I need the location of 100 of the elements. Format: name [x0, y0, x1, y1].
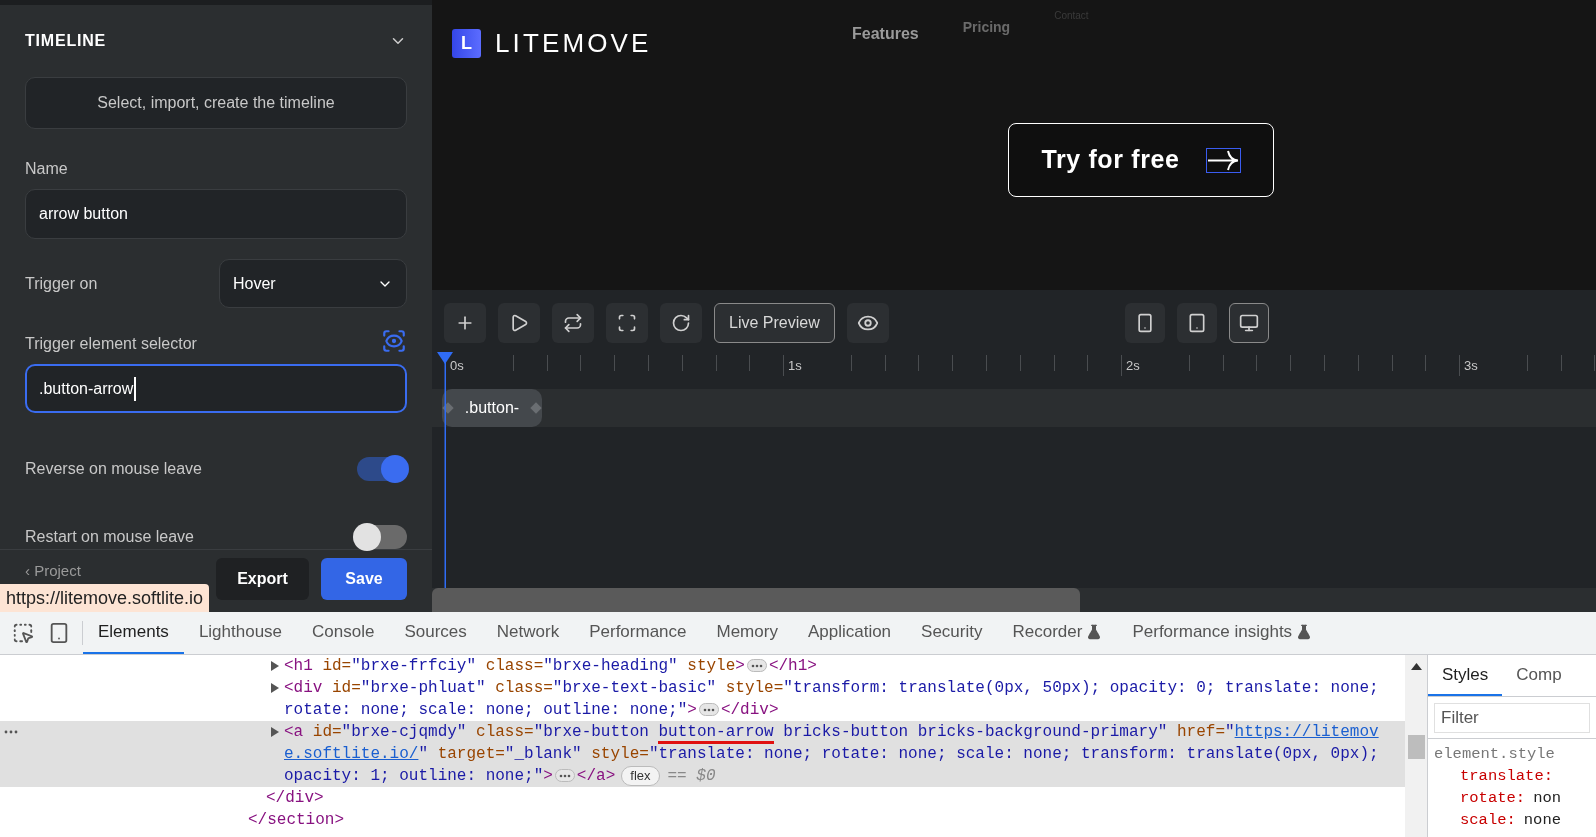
- export-button[interactable]: Export: [216, 558, 309, 600]
- attribute-value: ": [1225, 723, 1235, 741]
- expand-triangle-icon[interactable]: [271, 727, 279, 737]
- live-preview-button[interactable]: Live Preview: [714, 303, 835, 343]
- devtools-tab[interactable]: Console: [297, 612, 390, 654]
- attribute-name: style: [686, 657, 736, 675]
- tag-name: </h1>: [768, 657, 817, 675]
- tag-name[interactable]: </section>: [248, 811, 344, 829]
- tag-name: <div: [284, 679, 323, 697]
- time-label: 3s: [1459, 356, 1478, 376]
- devtools-tab[interactable]: Sources: [389, 612, 482, 654]
- arrow-icon: [1205, 147, 1241, 173]
- attribute-value: "brxe-text-basic": [552, 679, 717, 697]
- style-rule-selector: element.style: [1434, 744, 1556, 765]
- link[interactable]: e.softlite.io/: [284, 745, 419, 763]
- link[interactable]: https://litemov: [1234, 723, 1379, 741]
- expand-triangle-icon[interactable]: [271, 661, 279, 671]
- device-button[interactable]: [1124, 303, 1165, 343]
- attribute-value: "translate: none; rotate: none; scale: none; transform: translate(0px, 0px);: [648, 745, 1379, 763]
- logo-icon: L: [452, 29, 481, 58]
- attribute-value: "transform: translate(0px, 50px); opacity: 0; translate: none;: [783, 679, 1379, 697]
- device-button[interactable]: [1228, 303, 1269, 343]
- tag-name: >: [543, 767, 553, 785]
- ellipsis-badge[interactable]: [698, 703, 719, 717]
- attribute-value: ": [418, 745, 429, 763]
- ellipsis-badge[interactable]: [746, 659, 767, 673]
- attribute-value: "brxe-frfciy": [351, 657, 477, 675]
- preview-button[interactable]: [846, 303, 889, 343]
- devtools-tab[interactable]: Recorder: [997, 612, 1118, 654]
- nav-link[interactable]: Features: [852, 22, 919, 46]
- styles-tab[interactable]: Comp: [1502, 655, 1576, 696]
- attribute-name: target=: [436, 745, 505, 763]
- attribute-name: class=: [484, 657, 544, 675]
- fullscreen-icon: [617, 313, 637, 333]
- css-property[interactable]: rotate:: [1460, 789, 1526, 807]
- add-button[interactable]: [444, 303, 486, 343]
- tag-name[interactable]: </div>: [266, 789, 324, 807]
- play-button[interactable]: [498, 303, 540, 343]
- name-input[interactable]: arrow button: [25, 189, 407, 239]
- play-icon: [509, 313, 529, 333]
- fullscreen-button[interactable]: [606, 303, 648, 343]
- devtools-tab[interactable]: Performance insights: [1117, 612, 1328, 654]
- tag-name: <a: [284, 723, 304, 741]
- selector-input[interactable]: .button-arrow: [25, 364, 407, 413]
- loop-button[interactable]: [552, 303, 594, 343]
- devtools-tab[interactable]: Memory: [701, 612, 793, 654]
- refresh-icon: [671, 313, 691, 333]
- css-value[interactable]: non: [1533, 789, 1562, 807]
- try-free-button[interactable]: Try for free: [1008, 123, 1274, 197]
- css-value[interactable]: none: [1523, 811, 1562, 829]
- tag-name: </div>: [720, 701, 779, 719]
- devtools-tab[interactable]: Security: [906, 612, 998, 654]
- attribute-value: "_blank": [504, 745, 582, 763]
- horizontal-scrollbar[interactable]: [432, 588, 1596, 612]
- attribute-name: id=: [311, 723, 342, 741]
- expand-triangle-icon[interactable]: [271, 683, 279, 693]
- inspect-icon[interactable]: [12, 622, 34, 644]
- ellipsis-badge[interactable]: [554, 769, 575, 783]
- devtools-tab[interactable]: Lighthouse: [183, 612, 298, 654]
- section-title: TIMELINE: [25, 31, 107, 51]
- css-property[interactable]: translate:: [1460, 767, 1553, 785]
- reset-button[interactable]: [660, 303, 702, 343]
- more-icon: [4, 730, 18, 734]
- monitor-icon: [1238, 313, 1259, 333]
- devtools-tab[interactable]: Network: [481, 612, 575, 654]
- devtools-tab[interactable]: Application: [792, 612, 907, 654]
- toggle-label: Restart on mouse leave: [25, 527, 194, 547]
- field-label: Trigger element selector: [25, 334, 197, 354]
- selected-node-row[interactable]: [0, 721, 1405, 787]
- styles-tab[interactable]: Styles: [1428, 655, 1503, 696]
- attribute-name: class=: [494, 679, 553, 697]
- css-property[interactable]: scale:: [1460, 811, 1516, 829]
- repeat-icon: [563, 313, 583, 333]
- vertical-scrollbar[interactable]: [1405, 655, 1428, 837]
- animation-clip[interactable]: .button-: [442, 389, 542, 427]
- attribute-value: opacity: 1; outline: none;": [284, 767, 544, 785]
- field-label: Trigger on: [25, 273, 98, 294]
- toggle-switch[interactable]: [357, 457, 407, 481]
- device-button[interactable]: [1176, 303, 1217, 343]
- save-button[interactable]: Save: [321, 558, 407, 600]
- attribute-value: "brxe-cjqmdy": [341, 723, 467, 741]
- attribute-name: style=: [590, 745, 649, 763]
- scroll-up-arrow-icon[interactable]: [1411, 663, 1422, 670]
- element-picker-icon[interactable]: [381, 328, 407, 354]
- layout-badge[interactable]: flex: [621, 765, 660, 786]
- highlighted-class: button-arrow: [658, 723, 774, 744]
- timeline-select-button[interactable]: Select, import, create the timeline: [25, 77, 407, 129]
- device-toolbar-icon[interactable]: [48, 622, 70, 644]
- back-link[interactable]: ‹ Project: [25, 560, 81, 583]
- link-tooltip: https://litemove.softlite.io: [0, 584, 210, 612]
- input-value: .button-arrow: [39, 376, 137, 401]
- attribute-name: id=: [321, 657, 352, 675]
- attribute-name: style=: [724, 679, 784, 697]
- attribute-value: "brxe-phluat": [360, 679, 486, 697]
- filter-input[interactable]: Filter: [1434, 702, 1590, 733]
- scroll-thumb[interactable]: [1408, 735, 1425, 759]
- trigger-select[interactable]: Hover: [219, 259, 407, 308]
- brand-name: LITEMOVE: [495, 27, 652, 60]
- devtools-tab[interactable]: Performance: [574, 612, 702, 654]
- time-label: 2s: [1121, 356, 1140, 376]
